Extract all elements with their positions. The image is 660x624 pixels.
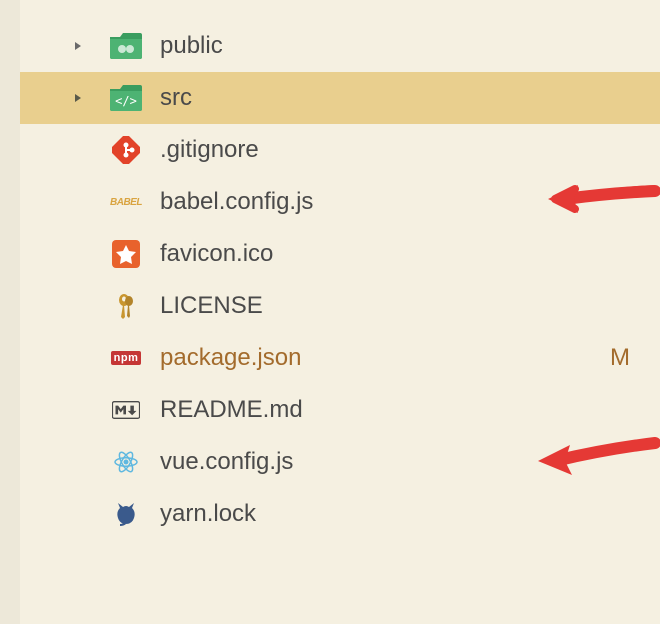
- tree-item-license[interactable]: LICENSE: [20, 280, 660, 332]
- tree-item-label: README.md: [160, 396, 660, 424]
- yarn-cat-icon: [110, 498, 142, 530]
- tree-item-label: yarn.lock: [160, 500, 660, 528]
- git-icon: [110, 134, 142, 166]
- tree-item-label: vue.config.js: [160, 448, 530, 476]
- react-atom-icon: [110, 446, 142, 478]
- tree-item-public[interactable]: public: [20, 20, 660, 72]
- license-key-icon: [110, 290, 142, 322]
- modified-badge: M: [610, 344, 630, 372]
- npm-icon: npm: [110, 342, 142, 374]
- folder-src-icon: </>: [110, 82, 142, 114]
- babel-icon: BABEL: [110, 186, 142, 218]
- tree-item-label: .gitignore: [160, 136, 660, 164]
- chevron-right-icon: [68, 92, 88, 104]
- tree-item-label: LICENSE: [160, 292, 660, 320]
- tree-item-label: src: [160, 84, 660, 112]
- markdown-icon: [110, 394, 142, 426]
- tree-item-vue-config[interactable]: vue.config.js: [20, 436, 660, 488]
- tree-item-yarn-lock[interactable]: yarn.lock: [20, 488, 660, 540]
- tree-item-package-json[interactable]: npm package.json M: [20, 332, 660, 384]
- tree-item-label: favicon.ico: [160, 240, 660, 268]
- tree-item-readme[interactable]: README.md: [20, 384, 660, 436]
- tree-item-gitignore[interactable]: .gitignore: [20, 124, 660, 176]
- tree-item-label: package.json: [160, 344, 610, 372]
- tree-item-favicon[interactable]: favicon.ico: [20, 228, 660, 280]
- tree-item-label: public: [160, 32, 660, 60]
- tree-item-src[interactable]: </> src: [20, 72, 660, 124]
- tree-item-label: babel.config.js: [160, 188, 540, 216]
- svg-text:</>: </>: [115, 94, 137, 108]
- arrow-annotation-icon: [530, 437, 660, 488]
- tree-item-babel-config[interactable]: BABEL babel.config.js: [20, 176, 660, 228]
- arrow-annotation-icon: [540, 179, 660, 226]
- chevron-right-icon: [68, 40, 88, 52]
- favicon-icon: [110, 238, 142, 270]
- folder-public-icon: [110, 30, 142, 62]
